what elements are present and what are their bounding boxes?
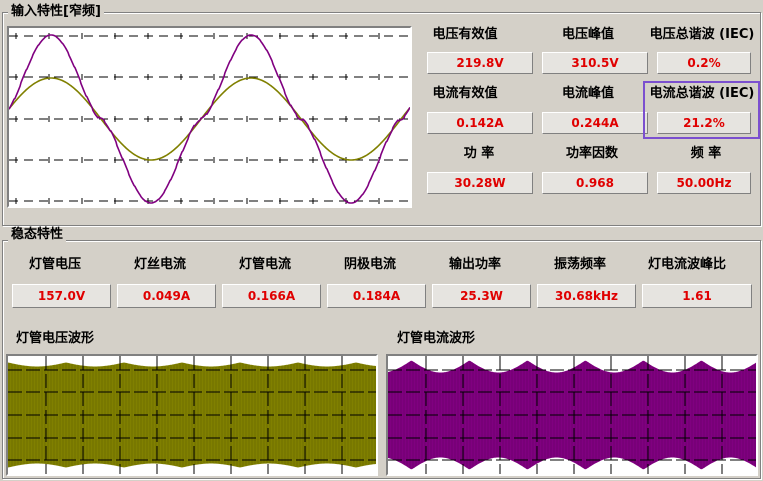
lamp-voltage-label: 灯管电压 xyxy=(28,257,81,272)
lamp-voltage-waveform-plot xyxy=(8,356,376,474)
crest-factor-label: 灯电流波峰比 xyxy=(647,257,726,272)
oscillation-frequency-value: 30.68kHz xyxy=(537,284,636,308)
current-peak-label: 电流峰值 xyxy=(561,86,614,101)
output-power-label: 输出功率 xyxy=(448,257,501,272)
voltage-thd-label: 电压总谐波 (IEC) xyxy=(649,27,755,42)
output-power-value: 25.3W xyxy=(432,284,531,308)
steady-state-title: 稳态特性 xyxy=(8,228,67,242)
input-waveform-plot xyxy=(9,33,410,204)
power-label: 功 率 xyxy=(463,146,495,161)
power-factor-label: 功率因数 xyxy=(565,146,618,161)
lamp-current-waveform-title: 灯管电流波形 xyxy=(397,331,476,346)
voltage-peak-label: 电压峰值 xyxy=(561,27,614,42)
crest-factor-value: 1.61 xyxy=(642,284,752,308)
oscillation-frequency-label: 振荡频率 xyxy=(553,257,606,272)
lamp-current-waveform-plot xyxy=(388,356,756,474)
filament-current-value: 0.049A xyxy=(117,284,216,308)
lamp-current-label: 灯管电流 xyxy=(238,257,291,272)
current-rms-label: 电流有效值 xyxy=(432,86,498,101)
voltage-thd-value: 0.2% xyxy=(657,52,751,74)
lamp-voltage-waveform-title: 灯管电压波形 xyxy=(16,331,95,346)
lamp-current-value: 0.166A xyxy=(222,284,321,308)
frequency-label: 频 率 xyxy=(690,146,722,161)
frequency-value: 50.00Hz xyxy=(657,172,751,194)
filament-current-label: 灯丝电流 xyxy=(133,257,186,272)
voltage-rms-label: 电压有效值 xyxy=(432,27,498,42)
lamp-current-waveform-scope xyxy=(386,354,758,476)
lamp-voltage-waveform-scope xyxy=(6,354,378,476)
power-value: 30.28W xyxy=(427,172,533,194)
power-factor-value: 0.968 xyxy=(542,172,648,194)
input-waveform-scope xyxy=(7,26,412,208)
cathode-current-value: 0.184A xyxy=(327,284,426,308)
voltage-rms-value: 219.8V xyxy=(427,52,533,74)
current-rms-value: 0.142A xyxy=(427,112,533,134)
current-thd-highlight xyxy=(643,81,760,139)
current-peak-value: 0.244A xyxy=(542,112,648,134)
lamp-voltage-value: 157.0V xyxy=(12,284,111,308)
cathode-current-label: 阴极电流 xyxy=(343,257,396,272)
voltage-peak-value: 310.5V xyxy=(542,52,648,74)
input-characteristics-title: 输入特性[窄频] xyxy=(8,5,104,19)
